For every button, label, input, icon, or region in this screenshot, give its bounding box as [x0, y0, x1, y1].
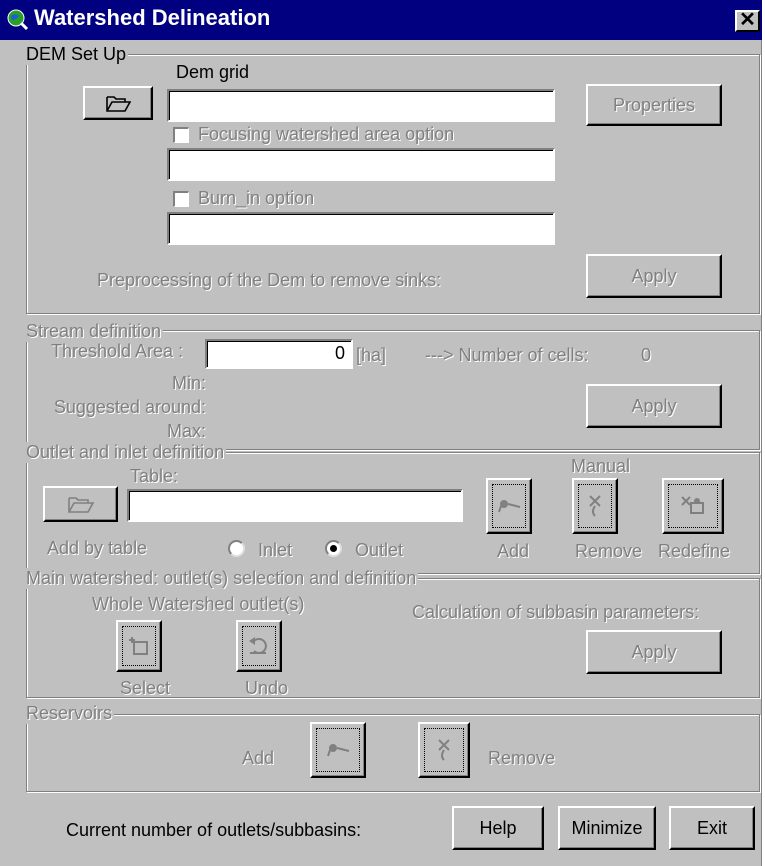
threshold-area-value: 0	[334, 343, 345, 363]
add-by-table-label: Add by table	[47, 538, 148, 558]
table-label: Table:	[130, 466, 179, 486]
threshold-area-field[interactable]: 0	[205, 339, 353, 369]
suggested-around-label: Suggested around:	[53, 397, 206, 417]
number-of-cells-value: 0	[641, 345, 652, 365]
outlet-label: Outlet	[355, 540, 404, 560]
window-title: Watershed Delineation	[34, 5, 271, 30]
subbasin-apply-button[interactable]: Apply	[586, 630, 722, 674]
inlet-label: Inlet	[258, 540, 293, 560]
unit-label: [ha]	[356, 345, 387, 365]
focusing-watershed-checkbox[interactable]	[173, 127, 189, 143]
inlet-radio[interactable]	[228, 540, 245, 557]
max-label: Max:	[166, 421, 206, 441]
close-button[interactable]: ✕	[735, 10, 760, 32]
stream-definition-legend: Stream definition	[26, 321, 164, 342]
manual-add-label: Add	[497, 541, 530, 561]
app-globe-icon	[6, 8, 28, 30]
select-label: Select	[120, 678, 171, 698]
whole-watershed-label: Whole Watershed outlet(s)	[92, 594, 305, 614]
undo-button[interactable]	[236, 620, 282, 672]
manual-redefine-button[interactable]	[662, 478, 724, 534]
reservoirs-group	[26, 714, 760, 792]
open-table-button[interactable]	[43, 486, 118, 522]
preprocess-apply-button[interactable]: Apply	[586, 254, 722, 298]
burn-in-label: Burn_in option	[198, 188, 315, 208]
focusing-watershed-field[interactable]	[167, 148, 555, 181]
min-label: Min:	[171, 373, 206, 393]
folder-open-icon	[67, 494, 95, 514]
reservoir-remove-label: Remove	[488, 748, 556, 768]
manual-label: Manual	[571, 456, 631, 476]
folder-open-icon	[105, 93, 131, 113]
dem-setup-legend: DEM Set Up	[26, 44, 129, 65]
manual-remove-label: Remove	[575, 541, 643, 561]
dem-grid-field[interactable]	[167, 89, 555, 122]
undo-label: Undo	[245, 678, 289, 698]
manual-add-button[interactable]	[486, 478, 532, 534]
select-outlet-button[interactable]	[116, 620, 162, 672]
number-of-cells-label: ---> Number of cells:	[425, 345, 589, 365]
reservoir-remove-button[interactable]	[418, 722, 470, 778]
properties-button[interactable]: Properties	[586, 84, 722, 126]
focusing-watershed-label: Focusing watershed area option	[198, 124, 455, 144]
burn-in-field[interactable]	[167, 212, 555, 245]
calculation-subbasin-label: Calculation of subbasin parameters:	[412, 602, 700, 622]
reservoir-add-label: Add	[242, 748, 275, 768]
preprocessing-label: Preprocessing of the Dem to remove sinks…	[97, 270, 442, 290]
title-bar[interactable]: Watershed Delineation ✕	[0, 0, 762, 40]
burn-in-checkbox[interactable]	[173, 191, 189, 207]
outlet-radio[interactable]	[325, 540, 342, 557]
threshold-area-label: Threshold Area :	[51, 341, 184, 361]
reservoir-add-button[interactable]	[310, 722, 366, 778]
stream-apply-button[interactable]: Apply	[586, 384, 722, 428]
open-dem-grid-button[interactable]	[83, 86, 153, 120]
main-watershed-legend: Main watershed: outlet(s) selection and …	[26, 568, 419, 589]
manual-redefine-label: Redefine	[658, 541, 731, 561]
dem-grid-label: Dem grid	[176, 62, 250, 82]
outlet-inlet-legend: Outlet and inlet definition	[26, 442, 227, 463]
reservoirs-legend: Reservoirs	[26, 703, 115, 724]
manual-remove-button[interactable]	[572, 478, 618, 534]
current-number-label: Current number of outlets/subbasins:	[66, 820, 362, 840]
watershed-delineation-window: Watershed Delineation ✕ DEM Set Up Dem g…	[0, 0, 762, 866]
minimize-button[interactable]: Minimize	[558, 806, 656, 850]
table-field[interactable]	[127, 489, 463, 522]
help-button[interactable]: Help	[452, 806, 544, 850]
exit-button[interactable]: Exit	[669, 806, 755, 850]
